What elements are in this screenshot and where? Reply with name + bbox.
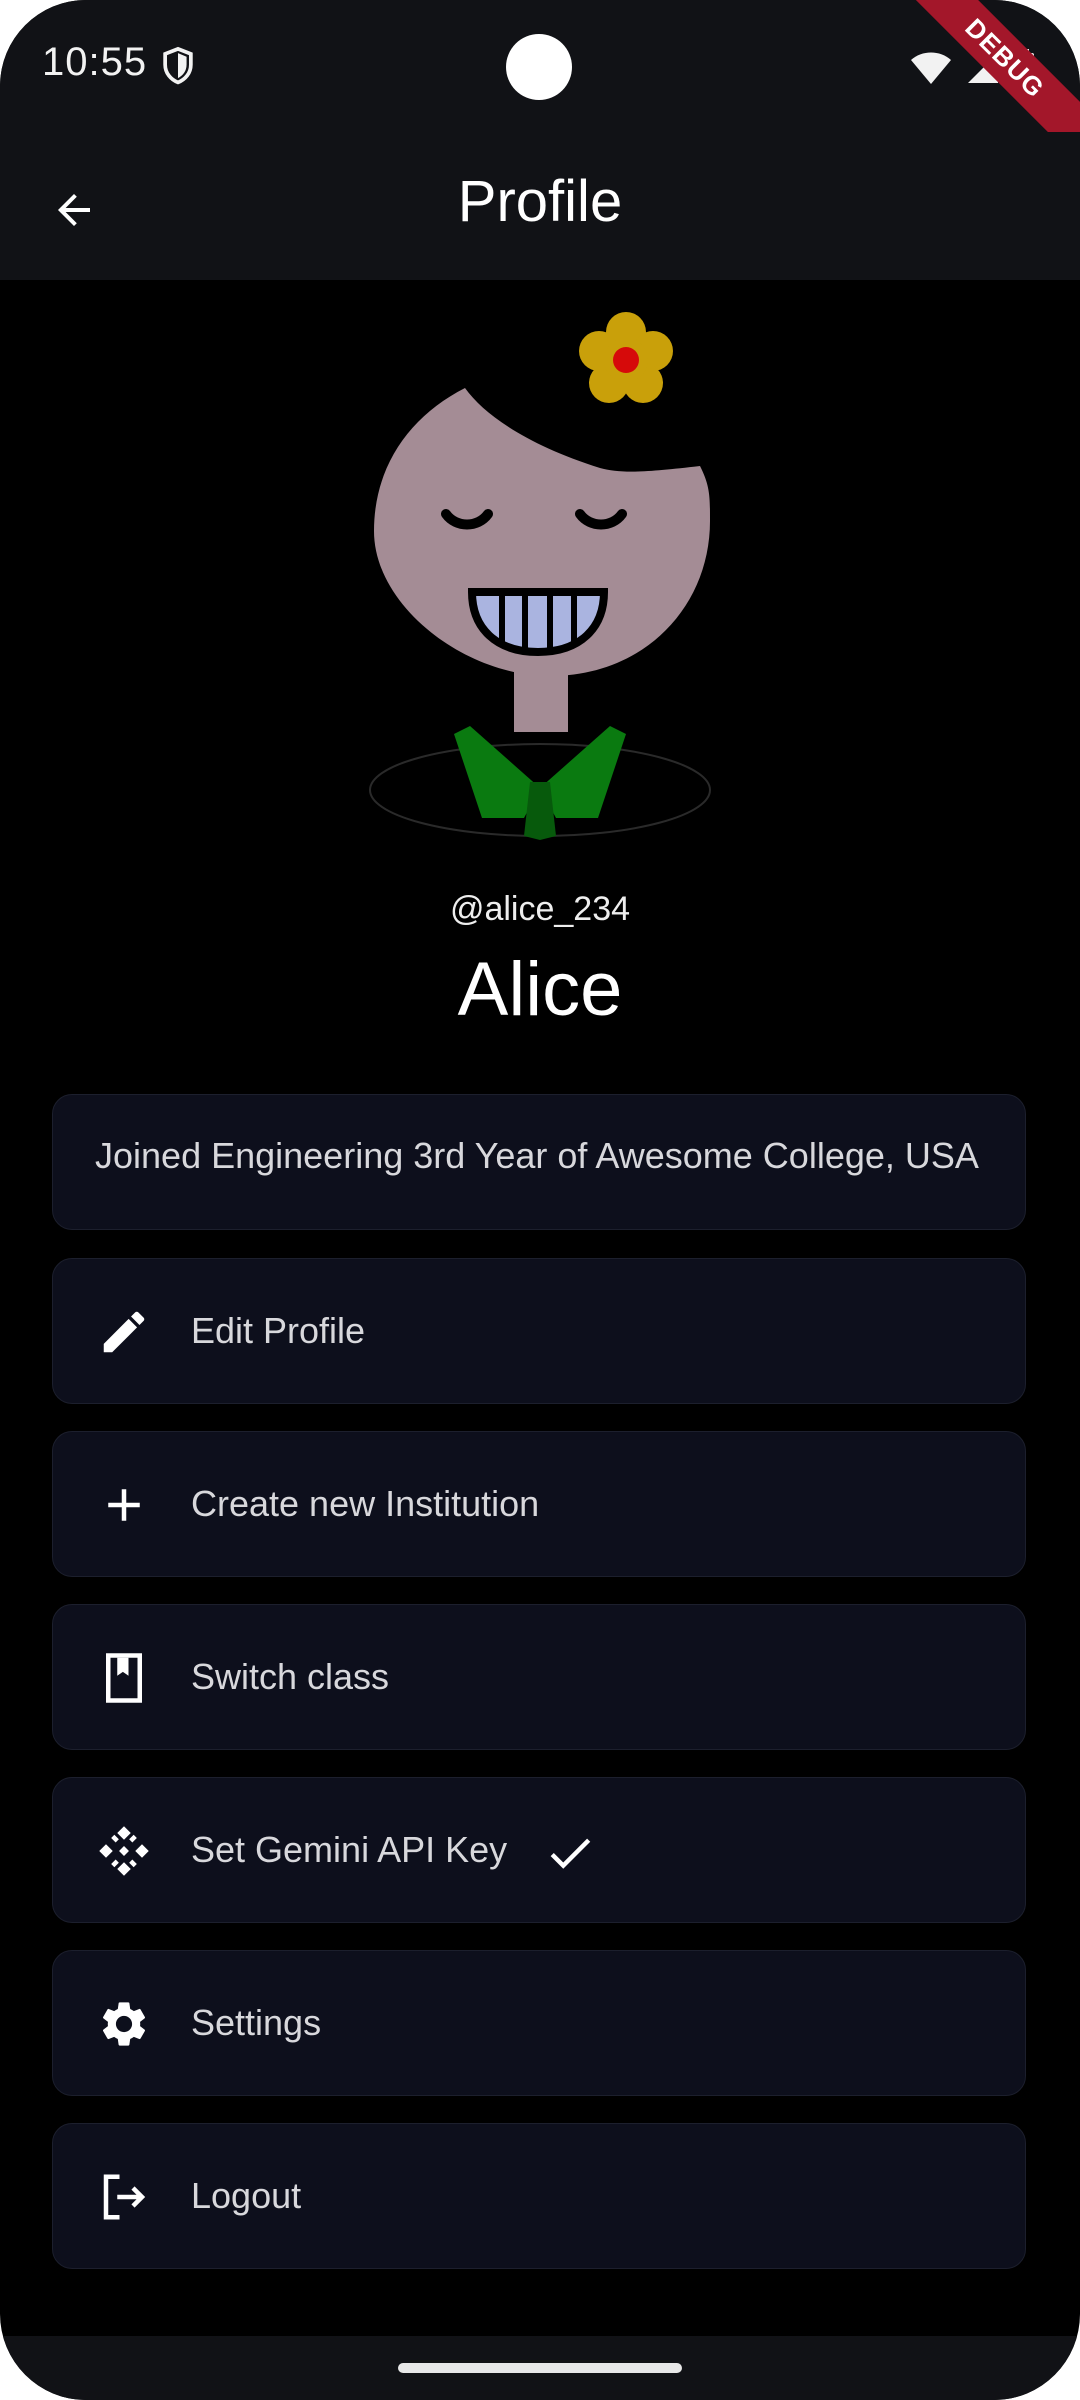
check-icon xyxy=(550,1838,591,1869)
edit-profile-button[interactable]: Edit Profile xyxy=(52,1258,1026,1404)
username: @alice_234 xyxy=(449,890,631,928)
switch-class-button[interactable]: Switch class xyxy=(52,1604,1026,1750)
wifi-icon xyxy=(911,52,951,84)
create-institution-button[interactable]: Create new Institution xyxy=(52,1431,1026,1577)
set-gemini-key-button[interactable]: Set Gemini API Key xyxy=(52,1777,1026,1923)
logout-button[interactable]: Logout xyxy=(52,2123,1026,2269)
create-institution-label: Create new Institution xyxy=(191,1483,540,1524)
logout-label: Logout xyxy=(191,2175,302,2216)
app-bar: Profile xyxy=(0,132,1080,280)
settings-label: Settings xyxy=(191,2002,322,2043)
home-gesture-handle[interactable] xyxy=(398,2363,682,2373)
settings-button[interactable]: Settings xyxy=(52,1950,1026,2096)
phone-screen: 10:55 DEBUG Profile @alice_234 Alice Joi… xyxy=(0,0,1080,2400)
gemini-key-icon xyxy=(99,1826,149,1876)
logout-icon xyxy=(103,2174,146,2220)
shield-icon xyxy=(163,46,193,85)
pencil-icon xyxy=(103,1311,145,1353)
switch-class-label: Switch class xyxy=(191,1656,390,1697)
gear-icon xyxy=(102,2002,146,2046)
plus-icon xyxy=(108,1489,140,1521)
status-bar: 10:55 DEBUG xyxy=(0,0,1080,177)
book-icon xyxy=(106,1653,142,1703)
display-name: Alice xyxy=(457,947,623,1032)
avatar xyxy=(369,312,711,840)
bio-card: Joined Engineering 3rd Year of Awesome C… xyxy=(52,1094,1026,1230)
set-gemini-key-label: Set Gemini API Key xyxy=(191,1829,508,1870)
status-time: 10:55 xyxy=(42,40,148,84)
edit-profile-label: Edit Profile xyxy=(191,1310,366,1351)
page-title: Profile xyxy=(457,169,623,234)
camera-cutout xyxy=(506,34,572,100)
bio-text: Joined Engineering 3rd Year of Awesome C… xyxy=(95,1135,979,1176)
